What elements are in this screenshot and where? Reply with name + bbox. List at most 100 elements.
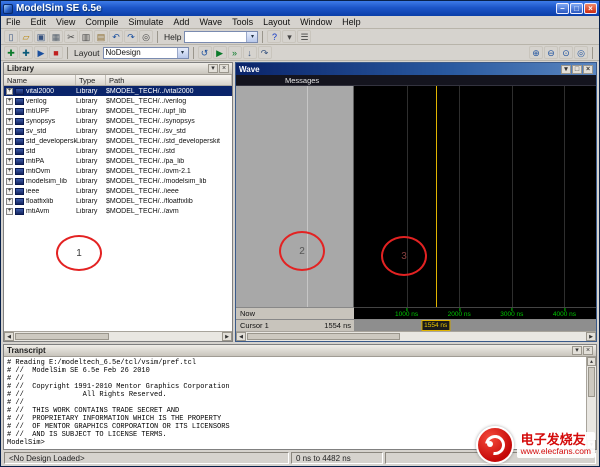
print-icon[interactable]: ▦ (49, 30, 63, 43)
scroll-right-icon[interactable]: ▶ (222, 332, 232, 341)
simulate-icon[interactable]: ▶ (34, 46, 48, 59)
help-icon[interactable]: ? (267, 30, 281, 43)
expand-icon[interactable]: + (6, 138, 13, 145)
menu-item[interactable]: View (51, 17, 80, 27)
library-row[interactable]: + mtiAvm Library $MODEL_TECH/../avm (4, 206, 232, 216)
expand-icon[interactable]: + (6, 158, 13, 165)
menu-item[interactable]: Compile (80, 17, 123, 27)
library-row[interactable]: + ieee Library $MODEL_TECH/../ieee (4, 186, 232, 196)
wave-timeline-ruler[interactable]: 1000 ns2000 ns3000 ns4000 ns (354, 307, 596, 319)
column-header-path[interactable]: Path (106, 75, 232, 85)
redo-icon[interactable]: ↷ (124, 30, 138, 43)
column-header-name[interactable]: Name (4, 75, 76, 85)
menu-item[interactable]: Tools (227, 17, 258, 27)
maximize-icon[interactable]: □ (572, 65, 582, 74)
help-search-input[interactable]: ▾ (184, 31, 258, 43)
library-row[interactable]: + mtiUPF Library $MODEL_TECH/../upf_lib (4, 106, 232, 116)
transcript-titlebar[interactable]: Transcript ▾× (4, 345, 596, 357)
scrollbar-track[interactable] (246, 332, 586, 341)
zoom-out-icon[interactable]: ⊖ (544, 46, 558, 59)
wave-panel-titlebar[interactable]: Wave ▾□× (236, 63, 596, 75)
wave-signal-names-area[interactable] (236, 86, 354, 307)
filter-icon[interactable]: ▾ (282, 30, 296, 43)
library-row[interactable]: + mtiPA Library $MODEL_TECH/../pa_lib (4, 156, 232, 166)
paste-icon[interactable]: ▤ (94, 30, 108, 43)
name-value-divider[interactable] (307, 86, 308, 307)
expand-icon[interactable]: + (6, 208, 13, 215)
title-bar[interactable]: ModelSim SE 6.5e –□× (1, 1, 599, 16)
library-panel-titlebar[interactable]: Library ▾× (4, 63, 232, 75)
scrollbar-thumb[interactable] (15, 333, 109, 340)
library-hscrollbar[interactable]: ◀ ▶ (4, 331, 232, 341)
wave-cursor-line[interactable] (436, 86, 437, 307)
cut-icon[interactable]: ✂ (64, 30, 78, 43)
step-over-icon[interactable]: ↷ (258, 46, 272, 59)
minimize-button[interactable]: – (556, 3, 569, 14)
close-icon[interactable]: × (583, 65, 593, 74)
scroll-up-icon[interactable]: ▲ (587, 357, 596, 366)
cursor-time-flag[interactable]: 1554 ns (421, 320, 450, 331)
options-icon[interactable]: ☰ (297, 30, 311, 43)
new-file-icon[interactable]: ▯ (4, 30, 18, 43)
menu-item[interactable]: Add (168, 17, 194, 27)
wave-canvas[interactable] (354, 86, 596, 307)
scroll-left-icon[interactable]: ◀ (4, 332, 14, 341)
expand-icon[interactable]: + (6, 148, 13, 155)
close-icon[interactable]: × (219, 64, 229, 73)
menu-item[interactable]: Window (295, 17, 337, 27)
open-icon[interactable]: ▱ (19, 30, 33, 43)
expand-icon[interactable]: + (6, 168, 13, 175)
zoom-range-icon[interactable]: ◎ (574, 46, 588, 59)
column-header-type[interactable]: Type (76, 75, 106, 85)
library-row[interactable]: + vital2000 Library $MODEL_TECH/../vital… (4, 86, 232, 96)
step-icon[interactable]: ↓ (243, 46, 257, 59)
scroll-left-icon[interactable]: ◀ (236, 332, 246, 341)
chevron-down-icon[interactable]: ▾ (177, 48, 188, 58)
find-icon[interactable]: ◎ (139, 30, 153, 43)
continue-run-icon[interactable]: » (228, 46, 242, 59)
chevron-down-icon[interactable]: ▾ (246, 32, 257, 42)
library-row[interactable]: + mtiOvm Library $MODEL_TECH/../ovm-2.1 (4, 166, 232, 176)
library-row[interactable]: + verilog Library $MODEL_TECH/../verilog (4, 96, 232, 106)
menu-item[interactable]: Edit (26, 17, 52, 27)
menu-item[interactable]: Help (337, 17, 366, 27)
scroll-right-icon[interactable]: ▶ (586, 332, 596, 341)
compile-icon[interactable]: ✚ (4, 46, 18, 59)
expand-icon[interactable]: + (6, 118, 13, 125)
scrollbar-track[interactable] (14, 332, 222, 341)
expand-icon[interactable]: + (6, 178, 13, 185)
run-icon[interactable]: ▶ (213, 46, 227, 59)
expand-icon[interactable]: + (6, 188, 13, 195)
menu-item[interactable]: Simulate (123, 17, 168, 27)
break-icon[interactable]: ■ (49, 46, 63, 59)
library-row[interactable]: + modelsim_lib Library $MODEL_TECH/../mo… (4, 176, 232, 186)
undo-icon[interactable]: ↶ (109, 30, 123, 43)
menu-item[interactable]: Wave (194, 17, 227, 27)
expand-icon[interactable]: + (6, 88, 13, 95)
menu-item[interactable]: Layout (258, 17, 295, 27)
scrollbar-thumb[interactable] (588, 367, 595, 397)
dock-icon[interactable]: ▾ (208, 64, 218, 73)
expand-icon[interactable]: + (6, 108, 13, 115)
library-row[interactable]: + std_developerskit Library $MODEL_TECH/… (4, 136, 232, 146)
library-row[interactable]: + floatfixlib Library $MODEL_TECH/../flo… (4, 196, 232, 206)
expand-icon[interactable]: + (6, 198, 13, 205)
save-icon[interactable]: ▣ (34, 30, 48, 43)
close-icon[interactable]: × (583, 346, 593, 355)
restart-icon[interactable]: ↺ (198, 46, 212, 59)
layout-dropdown[interactable]: NoDesign ▾ (103, 47, 189, 59)
expand-icon[interactable]: + (6, 128, 13, 135)
dock-icon[interactable]: ▾ (561, 65, 571, 74)
maximize-button[interactable]: □ (570, 3, 583, 14)
wave-hscrollbar[interactable]: ◀ ▶ (236, 331, 596, 341)
cursor-header-cell[interactable]: Cursor 1 1554 ns (236, 319, 354, 331)
library-row[interactable]: + sv_std Library $MODEL_TECH/../sv_std (4, 126, 232, 136)
zoom-full-icon[interactable]: ⊙ (559, 46, 573, 59)
menu-item[interactable]: File (1, 17, 26, 27)
scrollbar-thumb[interactable] (247, 333, 400, 340)
close-button[interactable]: × (584, 3, 597, 14)
copy-icon[interactable]: ▥ (79, 30, 93, 43)
cursor-track[interactable]: 1554 ns (354, 319, 596, 331)
library-row[interactable]: + std Library $MODEL_TECH/../std (4, 146, 232, 156)
library-row[interactable]: + synopsys Library $MODEL_TECH/../synops… (4, 116, 232, 126)
